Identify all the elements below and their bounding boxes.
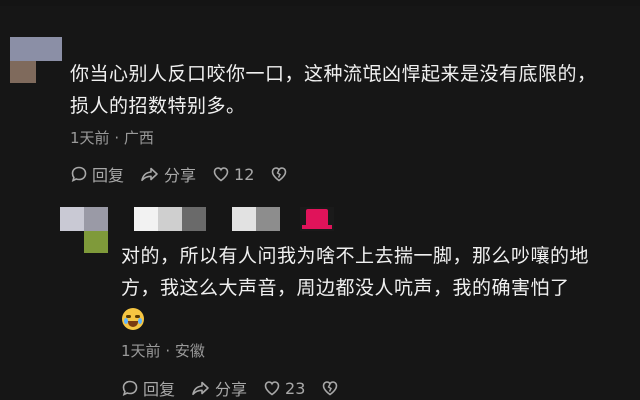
heart-icon: [264, 381, 280, 396]
comment-text-line: 你当心别人反口咬你一口，这种流氓凶悍起来是没有底限的，: [70, 63, 597, 85]
avatar-mosaic-block: [60, 207, 84, 231]
reply-meta: 1天前 · 安徽: [121, 340, 205, 361]
meta-separator: ·: [165, 342, 171, 360]
dislike-button[interactable]: [270, 165, 292, 183]
broken-heart-icon: [323, 381, 338, 396]
reply-text-line: 方，我这么大声音，周边都没人吭声，我的确害怕了: [121, 277, 570, 299]
share-icon: [141, 167, 158, 182]
comment-location: 广西: [123, 129, 154, 147]
reply-button[interactable]: 回复: [121, 376, 175, 400]
reply-label: 回复: [92, 166, 125, 185]
comment-text-line: 损人的招数特别多。: [70, 95, 246, 117]
comment-time: 1天前: [70, 129, 110, 147]
comment-icon: [71, 166, 87, 182]
comment-actions: 回复 分享 12: [70, 162, 308, 186]
reply-text-line: 对的，所以有人问我为啥不上去揣一脚，那么吵嚷的地: [121, 245, 590, 267]
avatar-mosaic-block: [84, 231, 108, 253]
reply-button[interactable]: 回复: [70, 162, 124, 186]
avatar-mosaic-block: [10, 37, 62, 61]
meta-separator: ·: [114, 129, 120, 147]
like-button[interactable]: 12: [212, 165, 254, 184]
share-label: 分享: [215, 380, 248, 399]
reply-actions: 回复 分享 23: [121, 376, 359, 400]
reply-location: 安徽: [174, 342, 205, 360]
reply-label: 回复: [143, 380, 176, 399]
like-button[interactable]: 23: [263, 379, 305, 398]
username-mosaic-block: [182, 207, 206, 231]
share-button[interactable]: 分享: [191, 376, 247, 400]
dislike-button[interactable]: [321, 379, 343, 397]
comment-meta: 1天前 · 广西: [70, 127, 154, 148]
avatar-mosaic-block: [84, 207, 108, 231]
crying-emoji-icon: [122, 308, 144, 330]
reply-time: 1天前: [121, 342, 161, 360]
share-button[interactable]: 分享: [140, 162, 196, 186]
top-edge: [0, 0, 640, 6]
like-count: 23: [285, 378, 306, 398]
broken-heart-icon: [272, 167, 287, 182]
comment-icon: [122, 380, 138, 396]
like-count: 12: [234, 164, 255, 184]
username-mosaic-block: [300, 207, 334, 231]
heart-icon: [213, 167, 229, 182]
share-label: 分享: [164, 166, 197, 185]
username-mosaic-block: [232, 207, 256, 231]
username-mosaic-block: [134, 207, 158, 231]
username-mosaic-block: [158, 207, 182, 231]
avatar-mosaic-block: [10, 61, 36, 83]
username-mosaic-block: [256, 207, 280, 231]
share-icon: [192, 381, 209, 396]
